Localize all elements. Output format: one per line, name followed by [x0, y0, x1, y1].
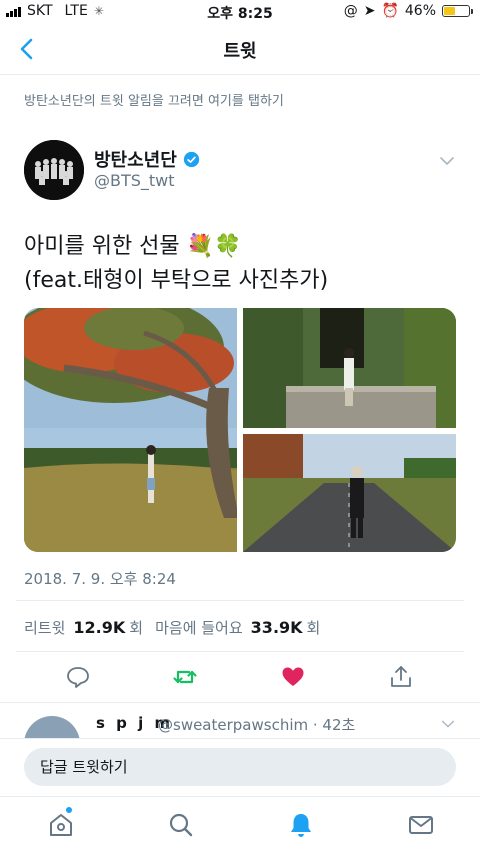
- tweet-text-line: (feat.태형이 부탁으로 사진추가): [24, 268, 329, 293]
- battery-percent: 46%: [404, 3, 436, 19]
- search-icon[interactable]: [167, 811, 195, 839]
- share-icon[interactable]: [388, 664, 414, 690]
- tab-bar: [0, 796, 480, 854]
- chevron-down-icon[interactable]: [440, 716, 456, 732]
- messages-icon[interactable]: [407, 811, 435, 839]
- photo-tree[interactable]: [24, 308, 239, 552]
- retweet-icon[interactable]: [172, 664, 198, 690]
- chevron-down-icon[interactable]: [438, 152, 456, 170]
- photo-road[interactable]: [243, 434, 456, 552]
- page-title: 트윗: [223, 41, 257, 62]
- home-icon[interactable]: [47, 811, 75, 839]
- battery-icon: [442, 5, 473, 17]
- tweet-stats: 리트윗 12.9K 회 마음에 들어요 33.9K 회: [24, 617, 320, 638]
- group-photo-icon: [24, 140, 84, 200]
- tweet-photo-grid: [24, 308, 456, 552]
- reply-avatar[interactable]: [24, 716, 80, 738]
- location-icon: ➤: [363, 3, 376, 19]
- divider: [16, 600, 464, 601]
- notifications-icon[interactable]: [287, 811, 315, 839]
- alarm-icon: ⏰: [381, 3, 399, 19]
- reply-preview[interactable]: s p j m @sweaterpawschim · 42초: [0, 704, 480, 738]
- author-handle: @BTS_twt: [94, 171, 175, 190]
- notification-toggle-link[interactable]: 방탄소년단의 트윗 알림을 끄려면 여기를 탭하기: [24, 90, 284, 109]
- retweet-label: 리트윗: [24, 619, 66, 637]
- author-name: 방탄소년단: [94, 150, 177, 171]
- tweet-action-bar: [0, 660, 480, 696]
- avatar[interactable]: [24, 140, 84, 200]
- tweet-text-line: 아미를 위한 선물 💐🍀: [24, 234, 242, 259]
- reply-compose-bar: [0, 738, 480, 797]
- retweet-count[interactable]: 12.9K: [73, 618, 125, 637]
- like-count[interactable]: 33.9K: [251, 618, 303, 637]
- verified-badge-icon: [183, 151, 199, 167]
- divider: [16, 651, 464, 652]
- retweet-suffix: 회: [129, 619, 144, 637]
- reply-author-handle: @sweaterpawschim · 42초: [158, 716, 356, 734]
- like-suffix: 회: [306, 619, 321, 637]
- status-bar: SKT LTE ✳ 오후 8:25 @ ➤ ⏰ 46%: [0, 0, 480, 24]
- tweet-timestamp: 2018. 7. 9. 오후 8:24: [24, 570, 176, 588]
- heart-icon[interactable]: [280, 664, 306, 690]
- reply-input[interactable]: [24, 748, 456, 786]
- navigation-bar: 트윗: [0, 24, 480, 75]
- tweet-author[interactable]: 방탄소년단 @BTS_twt: [24, 140, 456, 202]
- divider: [0, 702, 480, 703]
- new-content-dot: [66, 807, 72, 813]
- reply-icon[interactable]: [65, 664, 91, 690]
- screen-lock-icon: @: [343, 3, 358, 19]
- tweet-text: 아미를 위한 선물 💐🍀 (feat.태형이 부탁으로 사진추가): [24, 230, 456, 298]
- like-label: 마음에 들어요: [155, 619, 243, 637]
- photo-wall[interactable]: [243, 308, 456, 428]
